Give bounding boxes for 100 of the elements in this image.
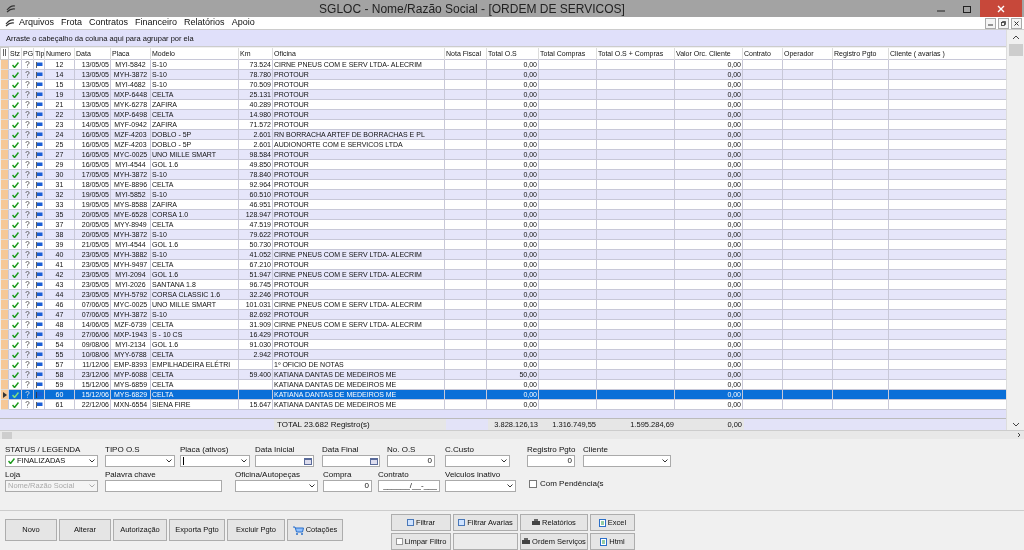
question-icon <box>25 211 30 219</box>
field-label: Oficina/Autopeças <box>235 470 301 480</box>
flag-icon <box>35 61 43 68</box>
close-icon <box>997 4 1005 13</box>
input-field[interactable]: 0 <box>527 455 575 467</box>
question-icon <box>25 91 30 99</box>
printer-icon <box>532 519 541 526</box>
menu-item[interactable]: Contratos <box>89 16 129 30</box>
horizontal-scrollbar[interactable] <box>0 430 1024 439</box>
field-label: Loja <box>5 470 22 480</box>
input-field[interactable] <box>105 480 222 492</box>
field-label: Placa (ativos) <box>180 445 230 455</box>
flag-icon <box>35 391 43 398</box>
flag-icon <box>35 211 43 218</box>
question-icon <box>25 111 30 119</box>
dropdown-caret-icon[interactable] <box>309 484 315 488</box>
document-icon <box>598 518 606 527</box>
calendar-icon[interactable] <box>304 457 312 465</box>
app-logo-icon <box>5 19 15 27</box>
field-label: Veiculos inativo <box>445 470 502 480</box>
flag-icon <box>35 351 43 358</box>
dropdown-caret-icon[interactable] <box>89 459 95 463</box>
question-icon <box>25 251 30 259</box>
field-label: TIPO O.S <box>105 445 141 455</box>
close-button[interactable] <box>1011 17 1022 29</box>
dropdown-caret-icon[interactable] <box>241 459 247 463</box>
field-label: Data Final <box>322 445 360 455</box>
question-icon <box>25 191 30 199</box>
question-icon <box>25 271 30 279</box>
column-chooser-icon[interactable] <box>3 49 6 57</box>
flag-icon <box>35 121 43 128</box>
question-icon <box>25 71 30 79</box>
maximize-icon <box>963 4 971 13</box>
flag-icon <box>35 281 43 288</box>
flag-icon <box>35 401 43 408</box>
question-icon <box>25 331 30 339</box>
flag-icon <box>35 191 43 198</box>
menu-item[interactable]: Apoio <box>231 16 255 30</box>
menu-item[interactable]: Frota <box>61 16 83 30</box>
question-icon <box>25 351 30 359</box>
input-field[interactable]: 0 <box>387 455 435 467</box>
dropdown-caret-icon[interactable] <box>501 459 507 463</box>
question-icon <box>25 181 30 189</box>
flag-icon <box>35 181 43 188</box>
question-icon <box>25 371 30 379</box>
flag-icon <box>35 111 43 118</box>
restore-button[interactable] <box>998 17 1009 29</box>
field-label: Compra <box>323 470 353 480</box>
scroll-down-icon[interactable] <box>1011 420 1020 428</box>
dropdown-caret-icon[interactable] <box>166 459 172 463</box>
dropdown-caret-icon[interactable] <box>507 484 513 488</box>
flag-icon <box>35 251 43 258</box>
flag-icon <box>35 171 43 178</box>
flag-icon <box>35 311 43 318</box>
flag-icon <box>35 221 43 228</box>
field-label: No. O.S <box>387 445 417 455</box>
flag-icon <box>35 231 43 238</box>
flag-icon <box>35 81 43 88</box>
question-icon <box>25 81 30 89</box>
scroll-thumb[interactable] <box>2 431 12 439</box>
flag-icon <box>35 381 43 388</box>
input-field[interactable]: ______/__-___ <box>378 480 440 492</box>
question-icon <box>25 131 30 139</box>
input-field[interactable]: 0 <box>323 480 372 492</box>
flag-icon <box>35 371 43 378</box>
flag-icon <box>35 331 43 338</box>
question-icon <box>25 151 30 159</box>
date-field[interactable] <box>322 455 380 467</box>
flag-icon <box>35 361 43 368</box>
dropdown-caret-icon[interactable] <box>662 459 668 463</box>
date-field[interactable] <box>255 455 314 467</box>
vertical-scrollbar[interactable] <box>1006 30 1024 430</box>
question-icon <box>25 221 30 229</box>
window-title: SGLOC - Nome/Razão Social - [ORDEM DE SERVICOS] <box>318 0 626 18</box>
checkbox-icon <box>395 538 403 545</box>
window-icon <box>406 519 414 526</box>
calendar-icon[interactable] <box>370 457 378 465</box>
flag-icon <box>35 101 43 108</box>
question-icon <box>25 261 30 269</box>
question-icon <box>25 171 30 179</box>
flag-icon <box>35 291 43 298</box>
flag-icon <box>35 321 43 328</box>
question-icon <box>25 401 30 409</box>
scroll-right-icon[interactable] <box>1016 432 1022 438</box>
question-icon <box>25 391 30 399</box>
flag-icon <box>35 131 43 138</box>
menu-item[interactable]: Arquivos <box>19 16 54 30</box>
question-icon <box>25 291 30 299</box>
flag-icon <box>35 261 43 268</box>
total-label: TOTAL 23.682 Registro(s) <box>277 418 370 431</box>
app-logo-icon <box>6 4 16 13</box>
checkbox-field[interactable]: Com Pendência(s <box>529 477 609 490</box>
flag-icon <box>35 241 43 248</box>
question-icon <box>25 321 30 329</box>
scroll-up-icon[interactable] <box>1011 34 1020 42</box>
close-icon <box>1014 20 1019 26</box>
menu-item[interactable]: Financeiro <box>135 16 178 30</box>
field-label: C.Custo <box>445 445 475 455</box>
menu-item[interactable]: Relatórios <box>184 16 225 30</box>
scroll-thumb[interactable] <box>1008 44 1023 56</box>
